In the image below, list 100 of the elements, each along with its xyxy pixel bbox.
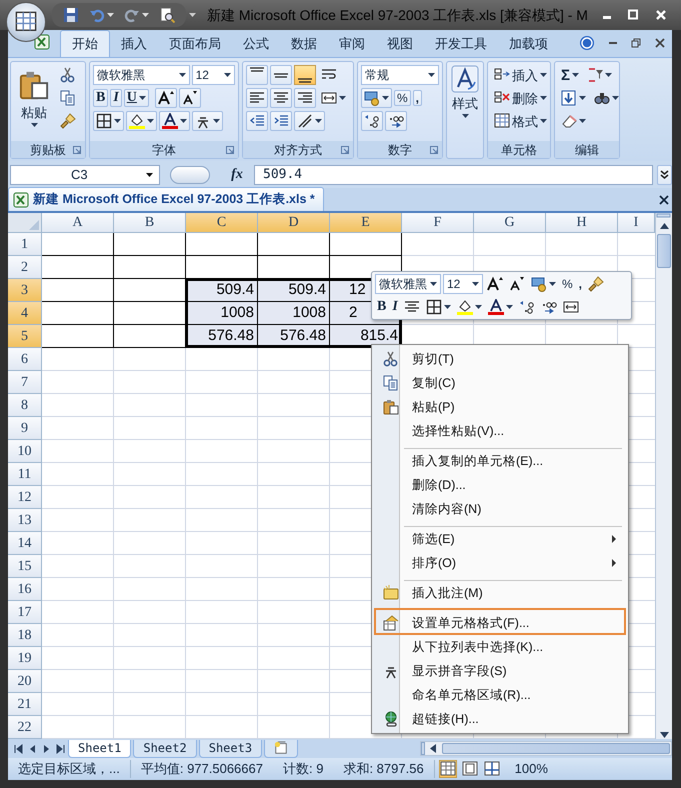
- accounting-button[interactable]: [361, 88, 392, 108]
- table-cell[interactable]: [258, 233, 330, 256]
- format-button[interactable]: 格式: [491, 111, 550, 131]
- ribbon-tab[interactable]: 插入: [110, 30, 158, 57]
- menu-item[interactable]: 剪切(T): [374, 347, 626, 371]
- normal-view-button[interactable]: [438, 760, 457, 778]
- align-bottom-button[interactable]: [294, 65, 316, 85]
- table-cell[interactable]: 509.4: [258, 279, 330, 302]
- font-size-field[interactable]: 12: [443, 274, 483, 294]
- ribbon-minimize-button[interactable]: [606, 40, 620, 46]
- table-cell[interactable]: [114, 233, 186, 256]
- row-header[interactable]: 14: [8, 532, 42, 555]
- menu-item[interactable]: 粘贴(P): [374, 395, 626, 419]
- align-middle-button[interactable]: [270, 65, 292, 85]
- row-header[interactable]: 22: [8, 716, 42, 739]
- table-cell[interactable]: [42, 302, 114, 325]
- fill-color-button[interactable]: [126, 111, 157, 131]
- row-header[interactable]: 18: [8, 624, 42, 647]
- ribbon-tab[interactable]: 加载项: [498, 30, 559, 57]
- font-color-button[interactable]: [486, 297, 515, 317]
- table-cell[interactable]: [42, 256, 114, 279]
- row-header[interactable]: 9: [8, 417, 42, 440]
- menu-item[interactable]: 清除内容(N): [374, 497, 626, 521]
- shrink-font-button[interactable]: [178, 88, 201, 108]
- format-painter-button[interactable]: [586, 274, 606, 294]
- column-header[interactable]: A: [42, 213, 114, 233]
- table-cell[interactable]: [114, 256, 186, 279]
- dialog-launcher-button[interactable]: [225, 145, 235, 155]
- insert-button[interactable]: 插入: [491, 65, 550, 85]
- align-top-button[interactable]: [246, 65, 268, 85]
- borders-button[interactable]: [93, 111, 124, 131]
- percent-button[interactable]: %: [394, 90, 411, 106]
- table-cell[interactable]: 1008: [258, 302, 330, 325]
- column-header[interactable]: G: [474, 213, 546, 233]
- align-right-button[interactable]: [294, 88, 316, 108]
- scroll-thumb[interactable]: [657, 234, 671, 268]
- row-header[interactable]: 20: [8, 670, 42, 693]
- row-header[interactable]: 3: [8, 279, 42, 302]
- horizontal-scroll-thumb[interactable]: [442, 743, 670, 754]
- name-box[interactable]: C3: [10, 164, 160, 184]
- row-header[interactable]: 6: [8, 348, 42, 371]
- number-format-field[interactable]: 常规: [361, 65, 439, 85]
- table-cell[interactable]: 1008: [186, 302, 258, 325]
- column-header[interactable]: D: [258, 213, 330, 233]
- row-header[interactable]: 16: [8, 578, 42, 601]
- table-cell[interactable]: 576.48: [258, 325, 330, 348]
- decrease-decimal-button[interactable]: [385, 111, 407, 131]
- menu-item[interactable]: 从下拉列表中选择(K)...: [374, 635, 626, 659]
- row-header[interactable]: 11: [8, 463, 42, 486]
- grow-font-button[interactable]: [154, 88, 177, 108]
- column-header[interactable]: H: [546, 213, 618, 233]
- ribbon-tab[interactable]: 开始: [60, 30, 110, 57]
- page-layout-view-button[interactable]: [460, 760, 479, 778]
- row-header[interactable]: 19: [8, 647, 42, 670]
- font-name-field[interactable]: 微软雅黑: [93, 65, 190, 85]
- row-header[interactable]: 13: [8, 509, 42, 532]
- italic-button[interactable]: I: [110, 89, 122, 107]
- table-cell[interactable]: [42, 279, 114, 302]
- insert-sheet-button[interactable]: [264, 740, 298, 758]
- ribbon-tab[interactable]: 开发工具: [424, 30, 498, 57]
- row-header[interactable]: 15: [8, 555, 42, 578]
- font-color-button[interactable]: [159, 111, 190, 131]
- orientation-button[interactable]: [294, 111, 325, 131]
- comma-button[interactable]: ,: [412, 90, 422, 106]
- decrease-indent-button[interactable]: [246, 111, 268, 131]
- column-header[interactable]: C: [186, 213, 258, 233]
- column-header[interactable]: E: [330, 213, 402, 233]
- menu-item[interactable]: 复制(C): [374, 371, 626, 395]
- row-header[interactable]: 7: [8, 371, 42, 394]
- page-break-view-button[interactable]: [482, 760, 501, 778]
- formula-bar-grip[interactable]: [170, 166, 210, 184]
- sheet-tab[interactable]: Sheet2: [133, 740, 197, 758]
- row-header[interactable]: 8: [8, 394, 42, 417]
- paste-button[interactable]: 粘贴: [14, 65, 54, 141]
- sheet-nav-button[interactable]: [54, 742, 66, 756]
- insert-function-button[interactable]: fx: [224, 164, 250, 185]
- menu-item[interactable]: 选择性粘贴(V)...: [374, 419, 626, 443]
- menu-item[interactable]: 显示拼音字段(S): [374, 659, 626, 683]
- table-cell[interactable]: 576.48: [186, 325, 258, 348]
- horizontal-scrollbar[interactable]: [420, 741, 672, 756]
- delete-button[interactable]: 删除: [491, 88, 550, 108]
- ribbon-tab[interactable]: 数据: [280, 30, 328, 57]
- dialog-launcher-button[interactable]: [72, 145, 82, 155]
- autosum-button[interactable]: Σ: [558, 66, 582, 84]
- office-button[interactable]: [6, 2, 46, 42]
- ribbon-tab[interactable]: 审阅: [328, 30, 376, 57]
- formula-input[interactable]: 509.4: [254, 164, 653, 184]
- menu-item[interactable]: 设置单元格格式(F)...: [374, 608, 626, 635]
- ribbon-tab[interactable]: 页面布局: [158, 30, 232, 57]
- menu-item[interactable]: 删除(D)...: [374, 473, 626, 497]
- table-cell[interactable]: [42, 233, 114, 256]
- table-cell[interactable]: 509.4: [186, 279, 258, 302]
- ribbon-tab[interactable]: 公式: [232, 30, 280, 57]
- ribbon-tab[interactable]: 视图: [376, 30, 424, 57]
- menu-item[interactable]: 命名单元格区域(R)...: [374, 683, 626, 707]
- font-name-field[interactable]: 微软雅黑: [375, 274, 441, 294]
- underline-button[interactable]: U: [124, 89, 149, 107]
- dialog-launcher-button[interactable]: [429, 145, 439, 155]
- table-cell[interactable]: [330, 233, 402, 256]
- row-header[interactable]: 4: [8, 302, 42, 325]
